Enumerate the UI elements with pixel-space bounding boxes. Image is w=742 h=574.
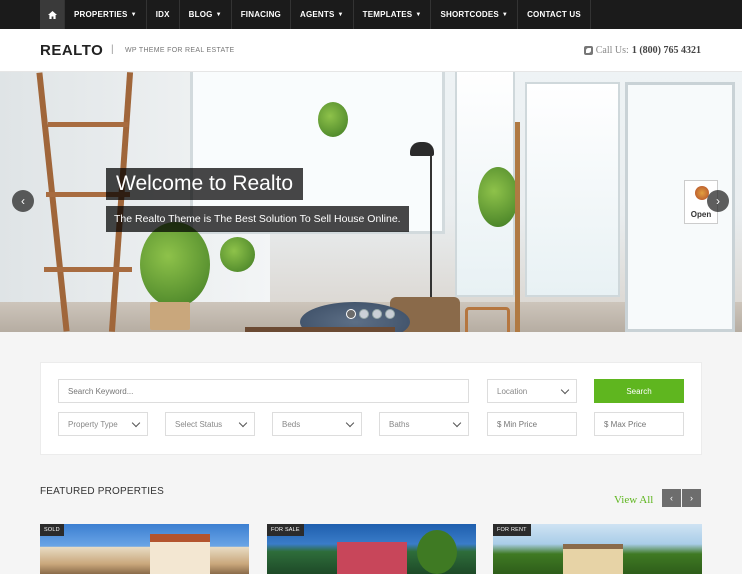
view-all-link[interactable]: View All	[614, 494, 653, 506]
site-header: REALTO | WP THEME FOR REAL ESTATE Call U…	[0, 29, 742, 72]
caret-down-icon: ▼	[337, 11, 344, 18]
featured-prev-button[interactable]: ‹	[662, 489, 681, 507]
chevron-down-icon	[560, 385, 570, 395]
nav-financing[interactable]: FINACING	[232, 0, 291, 29]
nav-idx[interactable]: IDX	[147, 0, 180, 29]
phone-icon	[583, 46, 593, 55]
chevron-down-icon	[345, 418, 355, 428]
open-sign-text: Open	[690, 210, 712, 219]
house-shape	[337, 542, 407, 574]
hero-title: Welcome to Realto	[106, 168, 304, 200]
shelf	[48, 122, 128, 127]
slider-dot[interactable]	[359, 309, 369, 319]
chevron-left-icon: ‹	[670, 493, 673, 503]
nav-label: IDX	[155, 10, 170, 19]
slider-next-button[interactable]: ›	[707, 190, 729, 212]
caret-down-icon: ▼	[415, 11, 422, 18]
phone-contact: Call Us: 1 (800) 765 4321	[583, 45, 701, 56]
nav-label: SHORTCODES	[440, 10, 499, 19]
shelf	[44, 267, 132, 272]
caret-down-icon: ▼	[215, 11, 222, 18]
slider-dot[interactable]	[385, 309, 395, 319]
property-type-value: Property Type	[68, 419, 118, 429]
plant	[140, 222, 210, 307]
plant-pot	[150, 302, 190, 330]
phone-number[interactable]: 1 (800) 765 4321	[632, 45, 701, 56]
hero-slider: Open Welcome to Realto The Realto Theme …	[0, 72, 742, 332]
nav-label: AGENTS	[299, 10, 335, 19]
slider-dot[interactable]	[346, 309, 356, 319]
keyword-input-wrap[interactable]	[58, 379, 469, 403]
logo-separator: |	[111, 44, 114, 55]
max-price-input[interactable]	[604, 419, 683, 429]
house-shape	[563, 544, 623, 574]
chevron-down-icon	[131, 418, 141, 428]
nav-label: TEMPLATES	[362, 10, 413, 19]
search-button[interactable]: Search	[594, 379, 684, 403]
nav-label: CONTACT US	[527, 10, 581, 19]
plant	[220, 237, 255, 272]
palm-tree	[417, 530, 457, 574]
nav-blog[interactable]: BLOG ▼	[180, 0, 232, 29]
chevron-left-icon: ‹	[21, 194, 25, 208]
chevron-right-icon: ›	[690, 493, 693, 503]
property-search-panel	[40, 362, 702, 455]
property-card[interactable]: FOR SALE	[267, 524, 476, 574]
nav-home[interactable]	[40, 0, 65, 29]
keyword-input[interactable]	[68, 386, 468, 396]
beds-select[interactable]: Beds	[272, 412, 362, 436]
coat-stand	[515, 122, 520, 332]
property-type-select[interactable]: Property Type	[58, 412, 148, 436]
nav-label: BLOG	[188, 10, 213, 19]
site-logo[interactable]: REALTO	[40, 42, 103, 59]
min-price-input-wrap[interactable]	[487, 412, 577, 436]
nav-templates[interactable]: TEMPLATES ▼	[354, 0, 432, 29]
nav-agents[interactable]: AGENTS ▼	[291, 0, 354, 29]
hero-subtitle: The Realto Theme is The Best Solution To…	[106, 206, 409, 232]
bench	[245, 327, 395, 332]
location-select-value: Location	[497, 386, 528, 396]
site-tagline: WP THEME FOR REAL ESTATE	[125, 47, 235, 54]
home-icon	[47, 10, 57, 19]
nav-properties[interactable]: PROPERTIES ▼	[65, 0, 147, 29]
max-price-input-wrap[interactable]	[594, 412, 684, 436]
house-shape	[150, 534, 210, 574]
property-card[interactable]: SOLD	[40, 524, 249, 574]
status-badge: FOR RENT	[493, 524, 531, 536]
baths-value: Baths	[389, 419, 410, 429]
chevron-down-icon	[238, 418, 248, 428]
plant	[478, 167, 518, 227]
caret-down-icon: ▼	[501, 11, 509, 18]
nav-label: FINACING	[240, 10, 281, 19]
chevron-right-icon: ›	[716, 194, 720, 208]
location-select[interactable]: Location	[487, 379, 577, 403]
min-price-input[interactable]	[497, 419, 576, 429]
status-badge: FOR SALE	[267, 524, 304, 536]
slider-dot[interactable]	[372, 309, 382, 319]
slider-dots	[346, 309, 395, 319]
caret-down-icon: ▼	[130, 11, 137, 18]
chevron-down-icon	[452, 418, 462, 428]
hero-window-pane	[525, 82, 620, 297]
slider-prev-button[interactable]: ‹	[12, 190, 34, 212]
featured-title: FEATURED PROPERTIES	[40, 486, 165, 497]
beds-value: Beds	[282, 419, 301, 429]
baths-select[interactable]: Baths	[379, 412, 469, 436]
status-badge: SOLD	[40, 524, 64, 536]
lamp-shade	[410, 142, 434, 156]
nav-label: PROPERTIES	[74, 10, 128, 19]
nav-shortcodes[interactable]: SHORTCODES ▼	[431, 0, 519, 29]
plant	[318, 102, 348, 137]
status-select[interactable]: Select Status	[165, 412, 255, 436]
featured-next-button[interactable]: ›	[682, 489, 701, 507]
chair	[465, 307, 510, 332]
top-nav: PROPERTIES ▼ IDX BLOG ▼ FINACING AGENTS ▼ T…	[0, 0, 742, 29]
nav-contact[interactable]: CONTACT US	[518, 0, 591, 29]
status-value: Select Status	[175, 419, 223, 429]
phone-label: Call Us:	[595, 45, 629, 56]
property-photo	[40, 524, 249, 574]
property-card[interactable]: FOR RENT	[493, 524, 702, 574]
